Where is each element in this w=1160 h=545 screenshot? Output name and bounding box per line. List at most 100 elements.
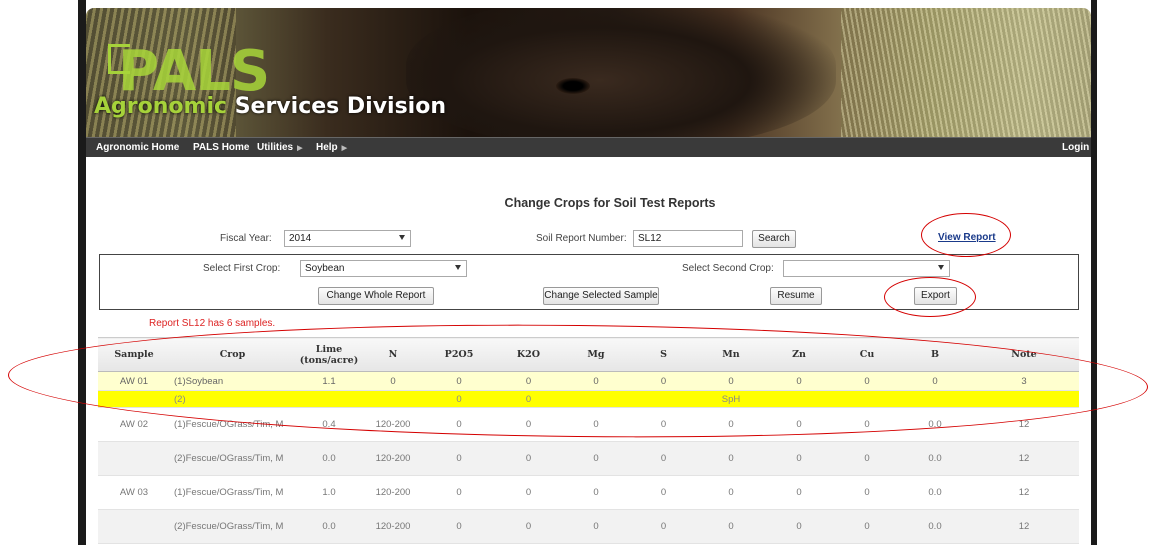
- sample-cell: [98, 509, 170, 544]
- view-report-link[interactable]: View Report: [938, 232, 996, 243]
- column-header[interactable]: K2O: [495, 337, 562, 372]
- value-cell: 0: [765, 509, 833, 544]
- value-cell: 0: [423, 509, 495, 544]
- value-cell: 0.0: [901, 441, 969, 476]
- crop-cell: (2): [170, 390, 295, 408]
- fiscal-year-label: Fiscal Year:: [220, 233, 272, 244]
- value-cell: 12: [969, 475, 1079, 510]
- value-cell: 12: [969, 407, 1079, 442]
- value-cell: 0: [833, 371, 901, 391]
- value-cell: 120-200: [363, 441, 423, 476]
- column-header[interactable]: B: [901, 337, 969, 372]
- resume-button[interactable]: Resume: [770, 287, 822, 305]
- column-header[interactable]: P2O5: [423, 337, 495, 372]
- value-cell: 0: [697, 509, 765, 544]
- value-cell: 0: [495, 371, 562, 391]
- report-number-input[interactable]: SL12: [633, 230, 743, 247]
- value-cell: 0: [423, 441, 495, 476]
- first-crop-select[interactable]: Soybean: [300, 260, 467, 277]
- sample-cell: [98, 390, 170, 408]
- value-cell: 0.0: [295, 441, 363, 476]
- value-cell: 0.0: [901, 509, 969, 544]
- nav-login[interactable]: Login: [1062, 142, 1089, 153]
- second-crop-select[interactable]: [783, 260, 950, 277]
- value-cell: 0: [630, 509, 697, 544]
- column-header[interactable]: Note: [969, 337, 1079, 372]
- main-nav-bar: Agronomic Home PALS Home Utilities ▶ Help…: [86, 137, 1091, 157]
- table-row[interactable]: (2)Fescue/OGrass/Tim, M 0.0 120-200 0 0 0 0 0 0 0…: [98, 509, 1079, 544]
- table-row[interactable]: AW 03 (1)Fescue/OGrass/Tim, M 1.0 120-200 0 0…: [98, 475, 1079, 510]
- division-title-rest: Services Division: [227, 94, 446, 119]
- sample-cell: AW 01: [98, 371, 170, 391]
- value-cell: 0: [630, 475, 697, 510]
- value-cell: SpH: [697, 390, 765, 408]
- column-header[interactable]: Sample: [98, 337, 170, 372]
- banner-cow-eye: [556, 78, 590, 94]
- value-cell: 0: [495, 390, 562, 408]
- chevron-down-icon: [399, 235, 405, 240]
- nav-agronomic-home[interactable]: Agronomic Home: [96, 142, 179, 153]
- value-cell: [295, 390, 363, 408]
- value-cell: 120-200: [363, 509, 423, 544]
- table-row[interactable]: (2)Fescue/OGrass/Tim, M 0.0 120-200 0 0 0 0 0 0 0…: [98, 441, 1079, 476]
- value-cell: 12: [969, 509, 1079, 544]
- crop-cell: (1)Soybean: [170, 371, 295, 391]
- search-button[interactable]: Search: [752, 230, 796, 248]
- value-cell: 0.0: [901, 475, 969, 510]
- table-row[interactable]: AW 01 (1)Soybean 1.1 0 0 0 0 0 0 0 0 0 3: [98, 371, 1079, 391]
- column-header[interactable]: Mg: [562, 337, 630, 372]
- crop-cell: (1)Fescue/OGrass/Tim, M: [170, 475, 295, 510]
- division-title: Agronomic Services Division: [94, 96, 446, 118]
- value-cell: 12: [969, 441, 1079, 476]
- second-crop-label: Select Second Crop:: [682, 263, 774, 274]
- nav-utilities[interactable]: Utilities ▶: [257, 142, 303, 153]
- value-cell: 0: [562, 407, 630, 442]
- fiscal-year-select[interactable]: 2014: [284, 230, 411, 247]
- table-row[interactable]: AW 02 (1)Fescue/OGrass/Tim, M 0.4 120-200 0 0…: [98, 407, 1079, 442]
- table-row[interactable]: (2) 0 0 SpH: [98, 390, 1079, 408]
- change-whole-report-button[interactable]: Change Whole Report: [318, 287, 434, 305]
- value-cell: 0: [562, 371, 630, 391]
- pals-logo: PALS: [118, 39, 270, 104]
- change-selected-sample-button[interactable]: Change Selected Sample: [543, 287, 659, 305]
- nav-help[interactable]: Help ▶: [316, 142, 347, 153]
- banner-grass-right: [841, 8, 1091, 137]
- value-cell: 0: [697, 407, 765, 442]
- value-cell: [833, 390, 901, 408]
- value-cell: 0: [562, 475, 630, 510]
- nav-help-label: Help: [316, 142, 338, 153]
- value-cell: 3: [969, 371, 1079, 391]
- sample-cell: [98, 441, 170, 476]
- value-cell: 0: [765, 407, 833, 442]
- column-header[interactable]: Lime (tons/acre): [295, 337, 363, 372]
- report-number-label: Soil Report Number:: [536, 233, 627, 244]
- column-header[interactable]: Crop: [170, 337, 295, 372]
- column-header[interactable]: Mn: [697, 337, 765, 372]
- table-header-row: Sample Crop Lime (tons/acre) N P2O5 K2O …: [98, 337, 1079, 372]
- value-cell: 0: [833, 407, 901, 442]
- value-cell: [969, 390, 1079, 408]
- page-frame-right: [1091, 0, 1097, 545]
- value-cell: 0: [833, 509, 901, 544]
- first-crop-value: Soybean: [305, 263, 345, 274]
- column-header[interactable]: Zn: [765, 337, 833, 372]
- report-number-value: SL12: [638, 233, 662, 244]
- nav-pals-home[interactable]: PALS Home: [193, 142, 250, 153]
- banner-cow-image: [406, 8, 836, 137]
- column-header[interactable]: S: [630, 337, 697, 372]
- export-button[interactable]: Export: [914, 287, 957, 305]
- page-title: Change Crops for Soil Test Reports: [504, 196, 716, 210]
- column-header[interactable]: N: [363, 337, 423, 372]
- value-cell: 0: [630, 441, 697, 476]
- chevron-right-icon: ▶: [341, 145, 348, 152]
- sample-cell: AW 03: [98, 475, 170, 510]
- value-cell: 0: [697, 371, 765, 391]
- value-cell: 0: [697, 475, 765, 510]
- column-header[interactable]: Cu: [833, 337, 901, 372]
- value-cell: 0: [423, 475, 495, 510]
- soil-report-table: Sample Crop Lime (tons/acre) N P2O5 K2O …: [98, 337, 1079, 544]
- chevron-down-icon: [938, 265, 944, 270]
- value-cell: 0: [495, 407, 562, 442]
- value-cell: 1.0: [295, 475, 363, 510]
- value-cell: 0: [630, 407, 697, 442]
